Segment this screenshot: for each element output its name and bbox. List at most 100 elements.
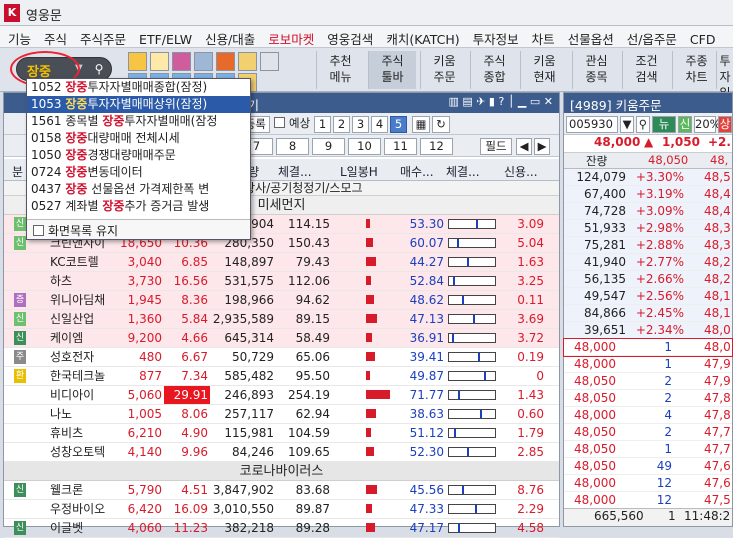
keep-list-checkbox[interactable]: 화면목록 유지: [27, 219, 250, 239]
trade-row[interactable]: 48,000 1 47,9: [564, 356, 732, 373]
ask-row[interactable]: 124,079 +3.30% 48,5: [564, 169, 732, 186]
number-tab[interactable]: 11: [384, 138, 417, 155]
popup-item[interactable]: 0724 장중변동데이터: [27, 164, 250, 181]
col-header[interactable]: 체결...: [278, 163, 312, 180]
number-tab[interactable]: 12: [420, 138, 453, 155]
trade-row[interactable]: 48,050 2 47,9: [564, 373, 732, 390]
col-header[interactable]: L일봉H: [340, 163, 378, 180]
table-row[interactable]: 우정바이오 6,420 16.09 3,010,550 89.87 47.33 2.29: [4, 500, 559, 519]
save-icon[interactable]: [128, 52, 147, 71]
trade-row[interactable]: 48,050 2 47,7: [564, 424, 732, 441]
toolbar-button[interactable]: 관심 종목: [572, 51, 620, 89]
chevron-left-icon[interactable]: ◀: [516, 138, 532, 155]
pane-window-controls[interactable]: ▥ ▤ ✈ ▮ ? │ ▁ ▭ ✕: [448, 95, 553, 108]
trade-row[interactable]: 48,000 12 47,6: [564, 475, 732, 492]
toolbar-button[interactable]: 추천 메뉴: [316, 51, 364, 89]
menu-item[interactable]: 선/옵주문: [619, 26, 682, 48]
menu-item[interactable]: 캐치(KATCH): [378, 26, 464, 48]
menu-item[interactable]: 신용/대출: [197, 26, 260, 48]
page-tab[interactable]: 3: [352, 116, 369, 133]
ask-row[interactable]: 67,400 +3.19% 48,4: [564, 186, 732, 203]
chevron-down-icon[interactable]: ▼: [620, 116, 634, 133]
menu-item[interactable]: 로보마켓: [260, 26, 319, 48]
col-header[interactable]: 분: [12, 163, 23, 180]
menu-item[interactable]: 주식: [36, 26, 72, 48]
field-button[interactable]: 필드: [480, 138, 512, 155]
ask-row[interactable]: 74,728 +3.09% 48,4: [564, 203, 732, 220]
grid-icon[interactable]: ▦: [412, 116, 430, 133]
trade-row[interactable]: 48,000 1 48,0: [563, 338, 733, 357]
table-row[interactable]: 신 이글벳 4,060 11.23 382,218 89.28 47.17 4.58: [4, 519, 559, 538]
new-button[interactable]: 뉴: [652, 116, 676, 133]
magnifier-icon[interactable]: ⚲: [91, 61, 107, 77]
popup-item[interactable]: 1050 장중경쟁대량매매주문: [27, 147, 250, 164]
chevron-right-icon[interactable]: ▶: [534, 138, 550, 155]
popup-item[interactable]: 0527 계좌별 장중추가 증거금 발생: [27, 198, 250, 215]
trade-row[interactable]: 48,000 12 47,5: [564, 492, 732, 509]
col-header[interactable]: 신용...: [504, 163, 538, 180]
table-row[interactable]: 신 웰크론 5,790 4.51 3,847,902 83.68 45.56 8.76: [4, 481, 559, 500]
trade-row[interactable]: 48,050 2 47,8: [564, 390, 732, 407]
menu-item[interactable]: 투자정보: [465, 26, 524, 48]
menu-item[interactable]: 선물옵션: [560, 26, 619, 48]
number-tab[interactable]: 10: [348, 138, 381, 155]
col-header[interactable]: 매수...: [400, 163, 434, 180]
ask-row[interactable]: 84,866 +2.45% 48,1: [564, 305, 732, 322]
ask-row[interactable]: 75,281 +2.88% 48,3: [564, 237, 732, 254]
ask-row[interactable]: 49,547 +2.56% 48,1: [564, 288, 732, 305]
table-row[interactable]: 나노 1,005 8.06 257,117 62.94 38.63 0.60: [4, 405, 559, 424]
popup-item[interactable]: 0158 장중대량매매 전체시세: [27, 130, 250, 147]
margin-percent[interactable]: 20%: [694, 116, 721, 133]
toolbar-button[interactable]: 키움 주문: [420, 51, 468, 89]
toolbar-button[interactable]: 조건 검색: [622, 51, 670, 89]
table-row[interactable]: KC코트렐 3,040 6.85 148,897 79.43 44.27 1.63: [4, 253, 559, 272]
popup-item[interactable]: 0437 장중 선물옵션 가격제한폭 변: [27, 181, 250, 198]
menu-item[interactable]: ETF/ELW: [131, 29, 197, 47]
popup-item[interactable]: 1053 장중투자자별매매상위(잠정): [27, 96, 250, 113]
magnifier-icon[interactable]: ⚲: [636, 116, 650, 133]
lock-icon[interactable]: [194, 52, 213, 71]
page-tab[interactable]: 1: [314, 116, 331, 133]
menu-item[interactable]: 주식주문: [72, 26, 131, 48]
camera-icon[interactable]: [172, 52, 191, 71]
number-tab[interactable]: 8: [276, 138, 309, 155]
popup-item[interactable]: 1052 장중투자자별매매종합(잠정): [27, 79, 250, 96]
trade-row[interactable]: 48,050 49 47,6: [564, 458, 732, 475]
popup-item[interactable]: 1561 종목별 장중투자자별매매(잠정: [27, 113, 250, 130]
table-row[interactable]: 신 케이엠 9,200 4.66 645,314 58.49 36.91 3.72: [4, 329, 559, 348]
ask-row[interactable]: 39,651 +2.34% 48,0: [564, 322, 732, 339]
page-tab[interactable]: 4: [371, 116, 388, 133]
page-tab[interactable]: 5: [390, 116, 407, 133]
ask-row[interactable]: 41,940 +2.77% 48,2: [564, 254, 732, 271]
menu-item[interactable]: 기능: [0, 26, 36, 48]
brush-icon[interactable]: [150, 52, 169, 71]
toolbar-button[interactable]: 투자일지: [716, 51, 733, 116]
page-tab[interactable]: 2: [333, 116, 350, 133]
refresh-icon[interactable]: ↻: [432, 116, 450, 133]
number-tab[interactable]: 9: [312, 138, 345, 155]
toolbar-button[interactable]: 주식 툴바: [368, 51, 416, 89]
table-row[interactable]: 하츠 3,730 16.56 531,575 112.06 52.84 3.25: [4, 272, 559, 291]
toolbar-button[interactable]: 주식 종합: [470, 51, 518, 89]
stock-code-input[interactable]: 005930: [566, 116, 618, 133]
ask-row[interactable]: 51,933 +2.98% 48,3: [564, 220, 732, 237]
col-header[interactable]: 체결...: [446, 163, 480, 180]
toolbar-button[interactable]: 키움 현재: [520, 51, 568, 89]
table-row[interactable]: 주 성호전자 480 6.67 50,729 65.06 39.41 0.19: [4, 348, 559, 367]
forecast-checkbox[interactable]: 예상: [274, 116, 312, 133]
monitor-icon[interactable]: [216, 52, 235, 71]
menu-item[interactable]: CFD: [682, 29, 721, 47]
ask-row[interactable]: 56,135 +2.66% 48,2: [564, 271, 732, 288]
table-row[interactable]: 성창오토텍 4,140 9.96 84,246 109.65 52.30 2.85: [4, 443, 559, 462]
trade-row[interactable]: 48,000 4 47,8: [564, 407, 732, 424]
menu-item[interactable]: 영웅검색: [319, 26, 378, 48]
menu-item[interactable]: 차트: [524, 26, 560, 48]
layout-icon[interactable]: [238, 52, 257, 71]
gear-icon[interactable]: [260, 52, 279, 71]
table-row[interactable]: 비디아이 5,060 29.91 246,893 254.19 71.77 1.43: [4, 386, 559, 405]
table-row[interactable]: 신 신일산업 1,360 5.84 2,935,589 89.15 47.13 3.69: [4, 310, 559, 329]
table-row[interactable]: 환 한국테크놀 877 7.34 585,482 95.50 49.87 0: [4, 367, 559, 386]
table-row[interactable]: 증 위니아딤채 1,945 8.36 198,966 94.62 48.62 0.11: [4, 291, 559, 310]
trade-row[interactable]: 48,050 1 47,7: [564, 441, 732, 458]
table-row[interactable]: 휴비츠 6,210 4.90 115,981 104.59 51.12 1.79: [4, 424, 559, 443]
